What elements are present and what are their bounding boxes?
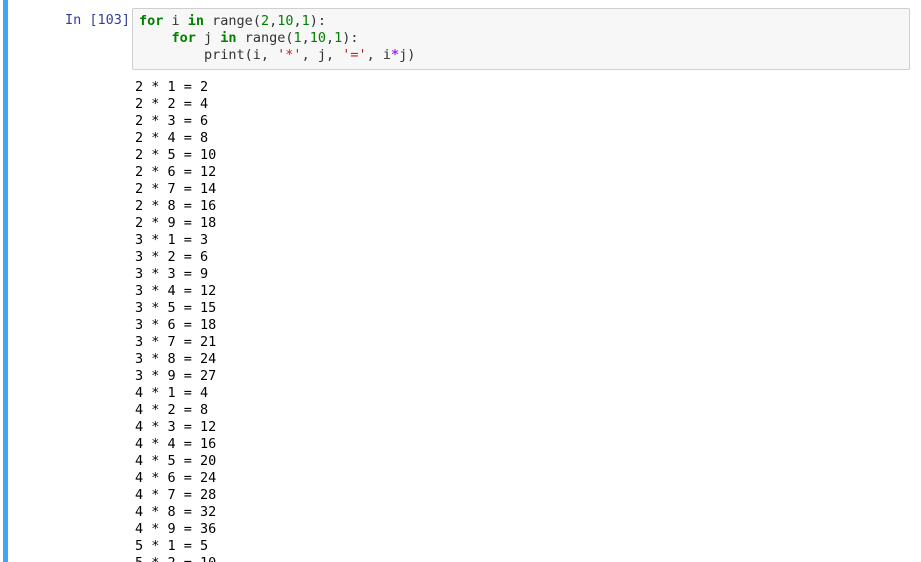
code-token: 10 (309, 30, 327, 46)
input-prompt: In [103]: (65, 12, 139, 28)
output-line: 3 * 4 = 12 (135, 283, 217, 299)
cell-output: 2 * 1 = 22 * 2 = 42 * 3 = 62 * 4 = 82 * … (135, 79, 216, 562)
output-line: 4 * 4 = 16 (135, 436, 217, 452)
code-token: i (163, 13, 188, 29)
code-token: '*' (277, 47, 302, 63)
output-line: 2 * 5 = 10 (135, 147, 217, 163)
code-line[interactable]: for j in range(1,10,1): (139, 30, 415, 47)
code-token: , (293, 13, 302, 29)
code-token: 2 (260, 13, 270, 29)
code-token: , j, (301, 47, 343, 63)
output-line: 5 * 1 = 5 (135, 538, 209, 554)
output-line: 4 * 3 = 12 (135, 419, 217, 435)
output-line: 4 * 2 = 8 (135, 402, 209, 418)
code-token: range( (236, 30, 294, 46)
code-token: , i (366, 47, 391, 63)
code-token: in (220, 30, 237, 46)
code-token: range( (204, 13, 261, 29)
code-token: 10 (277, 13, 294, 29)
code-token: , (301, 30, 310, 46)
output-line: 3 * 9 = 27 (135, 368, 217, 384)
output-line: 2 * 9 = 18 (135, 215, 217, 231)
code-editor[interactable]: for i in range(2,10,1): for j in range(1… (139, 13, 415, 64)
output-line: 4 * 8 = 32 (135, 504, 217, 520)
output-line: 4 * 9 = 36 (135, 521, 217, 537)
code-token: print(i, (139, 47, 278, 63)
code-token: 1 (301, 13, 310, 29)
code-token: for (171, 30, 196, 46)
output-line: 5 * 2 = 10 (135, 555, 216, 562)
output-line: 2 * 3 = 6 (135, 113, 209, 129)
code-token: in (187, 13, 205, 29)
output-line: 2 * 8 = 16 (135, 198, 217, 214)
output-line: 3 * 1 = 3 (135, 232, 209, 248)
code-cell[interactable]: In [103]: for i in range(2,10,1): for j … (3, 0, 920, 562)
code-token: , (269, 13, 278, 29)
output-line: 4 * 6 = 24 (135, 470, 217, 486)
code-token: j) (399, 47, 416, 63)
code-token: 1 (293, 30, 302, 46)
output-line: 3 * 7 = 21 (135, 334, 217, 350)
output-line: 3 * 2 = 6 (135, 249, 209, 265)
code-token: j (195, 30, 221, 46)
output-line: 2 * 4 = 8 (135, 130, 209, 146)
output-line: 2 * 6 = 12 (135, 164, 217, 180)
output-line: 3 * 3 = 9 (135, 266, 209, 282)
code-line[interactable]: for i in range(2,10,1): (139, 13, 415, 30)
output-line: 4 * 1 = 4 (135, 385, 209, 401)
code-token: '=' (342, 47, 367, 63)
code-token: , (326, 30, 335, 46)
code-token: ): (309, 13, 327, 29)
output-line: 3 * 6 = 18 (135, 317, 217, 333)
output-line: 2 * 2 = 4 (135, 96, 209, 112)
output-line: 3 * 8 = 24 (135, 351, 217, 367)
output-line: 2 * 1 = 2 (135, 79, 209, 95)
output-line: 4 * 7 = 28 (135, 487, 217, 503)
output-line: 3 * 5 = 15 (135, 300, 217, 316)
output-line: 2 * 7 = 14 (135, 181, 217, 197)
output-line: 4 * 5 = 20 (135, 453, 217, 469)
notebook-page: In [103]: for i in range(2,10,1): for j … (0, 0, 921, 562)
code-token: for (139, 13, 164, 29)
code-token: * (390, 47, 400, 63)
code-input-area[interactable]: for i in range(2,10,1): for j in range(1… (132, 8, 910, 70)
code-line[interactable]: print(i, '*', j, '=', i*j) (139, 47, 415, 64)
code-token: ): (342, 30, 359, 46)
